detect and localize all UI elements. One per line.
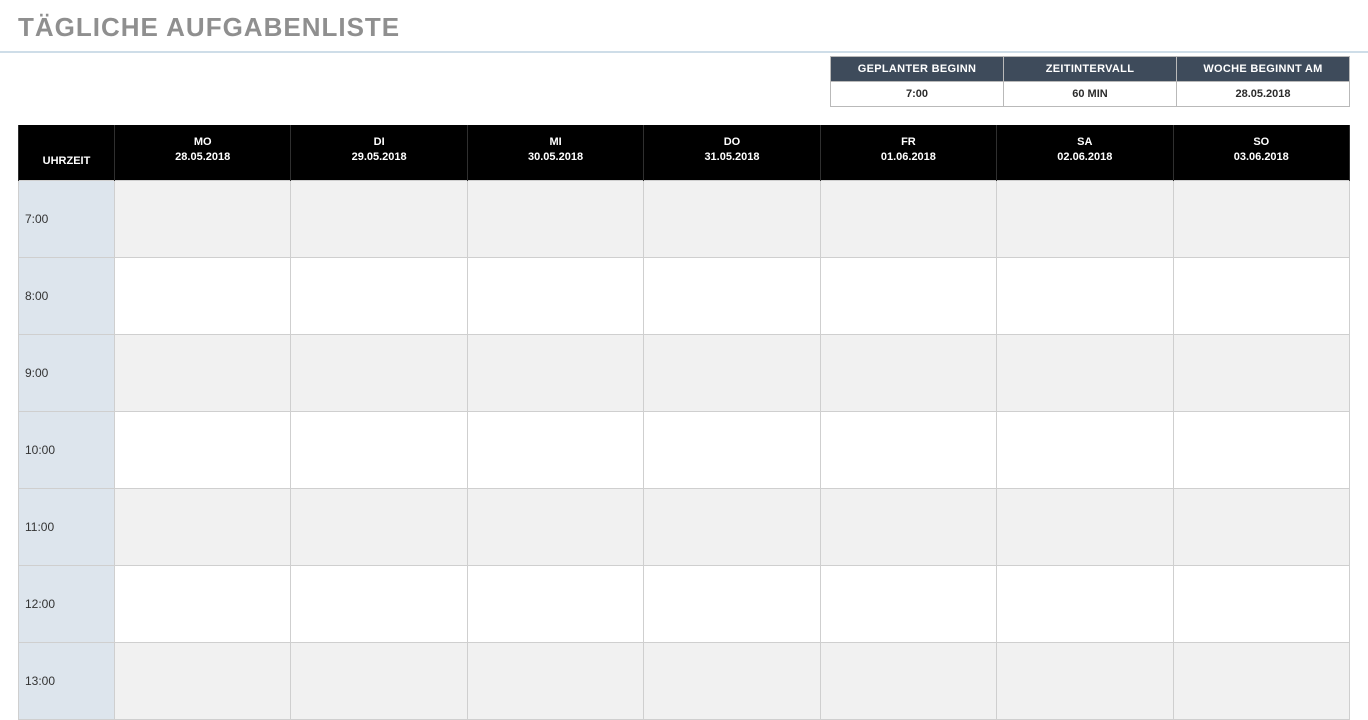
task-cell[interactable]	[115, 411, 291, 488]
task-cell[interactable]	[1173, 334, 1349, 411]
time-label: 13:00	[19, 642, 115, 719]
task-cell[interactable]	[820, 488, 996, 565]
time-row: 11:00	[19, 488, 1350, 565]
calendar-header-day-0: MO 28.05.2018	[115, 125, 291, 180]
task-cell[interactable]	[1173, 257, 1349, 334]
task-cell[interactable]	[820, 565, 996, 642]
task-cell[interactable]	[467, 642, 643, 719]
day-of-week: SA	[1001, 135, 1168, 150]
time-label: 11:00	[19, 488, 115, 565]
task-cell[interactable]	[467, 411, 643, 488]
task-cell[interactable]	[997, 334, 1173, 411]
title-underline	[0, 51, 1368, 53]
day-date: 30.05.2018	[472, 150, 639, 165]
settings-value-start[interactable]: 7:00	[831, 82, 1004, 107]
task-cell[interactable]	[467, 180, 643, 257]
day-date: 31.05.2018	[648, 150, 815, 165]
settings-value-interval[interactable]: 60 MIN	[1004, 82, 1177, 107]
day-of-week: FR	[825, 135, 992, 150]
task-cell[interactable]	[467, 334, 643, 411]
day-of-week: DI	[295, 135, 462, 150]
task-cell[interactable]	[820, 257, 996, 334]
task-cell[interactable]	[291, 411, 467, 488]
day-of-week: MO	[119, 135, 286, 150]
task-cell[interactable]	[644, 334, 820, 411]
task-cell[interactable]	[115, 488, 291, 565]
task-cell[interactable]	[115, 334, 291, 411]
day-date: 02.06.2018	[1001, 150, 1168, 165]
settings-header-weekstart: WOCHE BEGINNT AM	[1177, 57, 1350, 82]
task-cell[interactable]	[291, 257, 467, 334]
task-cell[interactable]	[644, 642, 820, 719]
calendar-header-day-5: SA 02.06.2018	[997, 125, 1173, 180]
task-cell[interactable]	[115, 565, 291, 642]
task-cell[interactable]	[1173, 180, 1349, 257]
task-cell[interactable]	[291, 334, 467, 411]
time-label: 10:00	[19, 411, 115, 488]
task-cell[interactable]	[820, 642, 996, 719]
task-cell[interactable]	[1173, 642, 1349, 719]
task-cell[interactable]	[997, 642, 1173, 719]
calendar-body: 7:00 8:00	[19, 180, 1350, 719]
time-row: 7:00	[19, 180, 1350, 257]
day-date: 03.06.2018	[1178, 150, 1345, 165]
task-cell[interactable]	[997, 488, 1173, 565]
task-cell[interactable]	[115, 642, 291, 719]
task-cell[interactable]	[644, 488, 820, 565]
calendar-header-day-4: FR 01.06.2018	[820, 125, 996, 180]
time-row: 9:00	[19, 334, 1350, 411]
time-label: 7:00	[19, 180, 115, 257]
task-cell[interactable]	[1173, 411, 1349, 488]
task-cell[interactable]	[820, 411, 996, 488]
calendar: UHRZEIT MO 28.05.2018 DI 29.05.2018 MI 3…	[18, 125, 1350, 720]
task-cell[interactable]	[644, 180, 820, 257]
day-of-week: SO	[1178, 135, 1345, 150]
time-label: 12:00	[19, 565, 115, 642]
task-cell[interactable]	[467, 488, 643, 565]
settings-value-weekstart[interactable]: 28.05.2018	[1177, 82, 1350, 107]
task-cell[interactable]	[115, 180, 291, 257]
task-cell[interactable]	[291, 642, 467, 719]
calendar-header-day-3: DO 31.05.2018	[644, 125, 820, 180]
day-date: 29.05.2018	[295, 150, 462, 165]
settings-header-start: GEPLANTER BEGINN	[831, 57, 1004, 82]
task-cell[interactable]	[1173, 488, 1349, 565]
day-date: 28.05.2018	[119, 150, 286, 165]
task-cell[interactable]	[467, 257, 643, 334]
day-of-week: MI	[472, 135, 639, 150]
task-cell[interactable]	[997, 565, 1173, 642]
time-row: 13:00	[19, 642, 1350, 719]
task-cell[interactable]	[291, 488, 467, 565]
task-cell[interactable]	[997, 180, 1173, 257]
task-cell[interactable]	[997, 411, 1173, 488]
task-cell[interactable]	[820, 334, 996, 411]
task-cell[interactable]	[115, 257, 291, 334]
task-cell[interactable]	[467, 565, 643, 642]
time-label: 8:00	[19, 257, 115, 334]
calendar-header-day-2: MI 30.05.2018	[467, 125, 643, 180]
calendar-header-time: UHRZEIT	[19, 125, 115, 180]
task-cell[interactable]	[291, 565, 467, 642]
task-cell[interactable]	[644, 411, 820, 488]
settings-bar: GEPLANTER BEGINN ZEITINTERVALL WOCHE BEG…	[18, 56, 1350, 107]
day-date: 01.06.2018	[825, 150, 992, 165]
calendar-header-row: UHRZEIT MO 28.05.2018 DI 29.05.2018 MI 3…	[19, 125, 1350, 180]
task-cell[interactable]	[997, 257, 1173, 334]
task-cell[interactable]	[1173, 565, 1349, 642]
settings-header-interval: ZEITINTERVALL	[1004, 57, 1177, 82]
task-cell[interactable]	[820, 180, 996, 257]
calendar-table: UHRZEIT MO 28.05.2018 DI 29.05.2018 MI 3…	[18, 125, 1350, 720]
page-title: TÄGLICHE AUFGABENLISTE	[0, 0, 1368, 51]
time-row: 8:00	[19, 257, 1350, 334]
time-row: 12:00	[19, 565, 1350, 642]
settings-table: GEPLANTER BEGINN ZEITINTERVALL WOCHE BEG…	[830, 56, 1350, 107]
time-label: 9:00	[19, 334, 115, 411]
task-cell[interactable]	[291, 180, 467, 257]
calendar-header-day-1: DI 29.05.2018	[291, 125, 467, 180]
time-row: 10:00	[19, 411, 1350, 488]
task-cell[interactable]	[644, 257, 820, 334]
day-of-week: DO	[648, 135, 815, 150]
calendar-header-day-6: SO 03.06.2018	[1173, 125, 1349, 180]
task-cell[interactable]	[644, 565, 820, 642]
